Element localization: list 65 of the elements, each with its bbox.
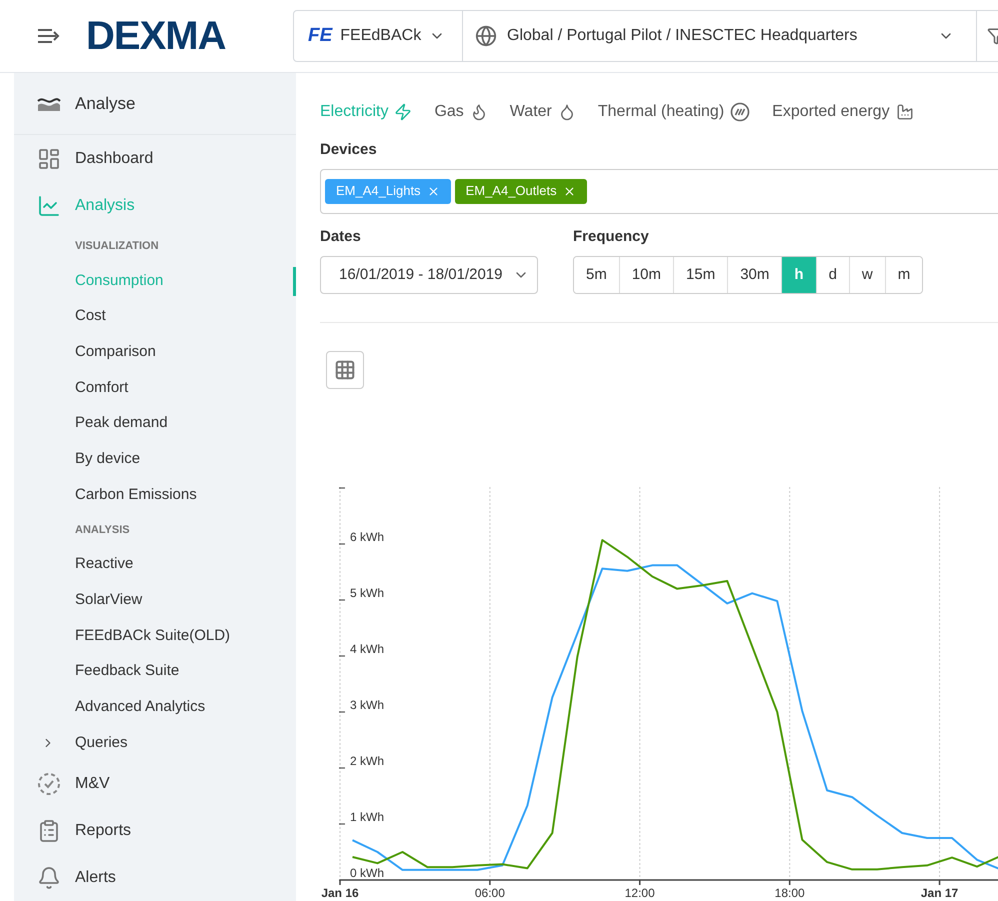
y-tick-label: 6 kWh <box>350 530 384 544</box>
y-tick-label: 1 kWh <box>350 810 384 824</box>
menu-icon[interactable] <box>37 28 61 44</box>
energy-tab[interactable]: Exported energy <box>772 100 914 124</box>
devices-field[interactable]: EM_A4_Lights EM_A4_Outlets <box>320 168 998 214</box>
menu-item[interactable]: Comfort <box>75 376 128 400</box>
menu-item[interactable]: Peak demand <box>75 412 168 435</box>
remove-icon[interactable] <box>426 184 440 198</box>
org-name: FEEdBACk <box>340 26 422 46</box>
clipboard-icon <box>37 819 61 844</box>
x-tick-label: Jan 17 <box>920 886 958 900</box>
bell-icon <box>37 866 61 890</box>
dashboard-icon <box>37 146 61 170</box>
energy-tab[interactable]: Gas <box>434 100 488 124</box>
y-tick-label: 4 kWh <box>350 642 384 656</box>
x-tick-label: 06:00 <box>474 886 505 900</box>
y-tick-label: 2 kWh <box>350 754 384 768</box>
nav-item[interactable]: M&V <box>75 772 110 796</box>
nav-item[interactable]: Reports <box>75 819 132 844</box>
remove-icon[interactable] <box>562 184 576 198</box>
x-tick-label: 12:00 <box>624 886 655 900</box>
logo: DEXMA <box>86 14 226 58</box>
section-label: ANALYSIS <box>75 522 130 538</box>
menu-item[interactable]: Carbon Emissions <box>75 484 197 506</box>
y-tick-label: 0 kWh <box>350 866 384 880</box>
landscape-icon <box>37 96 61 112</box>
thermal-icon <box>730 102 750 122</box>
menu-item[interactable]: Cost <box>75 305 106 328</box>
nav-item[interactable]: Dashboard <box>75 146 154 170</box>
menu-item[interactable]: Comparison <box>75 340 156 364</box>
menu-item[interactable]: FEEdBACk Suite(OLD) <box>75 624 230 648</box>
frequency-option[interactable]: m <box>884 257 922 293</box>
field-label: Dates <box>320 226 362 246</box>
location-dropdown[interactable]: Global / Portugal Pilot / INESCTEC Headquarters <box>463 11 977 61</box>
lightning-icon <box>394 103 412 121</box>
y-tick-label: 3 kWh <box>350 698 384 712</box>
globe-icon <box>475 25 497 47</box>
check-circle-icon <box>37 772 61 796</box>
device-tag: EM_A4_Outlets <box>454 178 587 204</box>
org-dropdown[interactable]: FE FEEdBACk <box>294 11 463 61</box>
table-view-button[interactable] <box>326 351 364 389</box>
location-path: Global / Portugal Pilot / INESCTEC Headquarters <box>507 26 858 46</box>
line-chart-icon <box>37 194 61 218</box>
y-tick-label: 5 kWh <box>350 586 384 600</box>
device-tag: EM_A4_Lights <box>325 178 451 204</box>
menu-item[interactable]: Feedback Suite <box>75 660 180 683</box>
date-range-dropdown[interactable]: 16/01/2019 - 18/01/2019 <box>320 256 538 294</box>
nav-item[interactable]: Alerts <box>75 866 116 890</box>
grid-icon <box>334 359 356 381</box>
x-tick-label: 18:00 <box>774 886 805 900</box>
section-title: Analyse <box>75 92 136 115</box>
field-label: Devices <box>320 140 378 160</box>
field-label: Frequency <box>573 226 650 246</box>
menu-item[interactable]: Reactive <box>75 553 134 576</box>
menu-item[interactable]: By device <box>75 448 140 471</box>
factory-icon <box>896 103 914 121</box>
section-label: VISUALIZATION <box>75 238 159 254</box>
energy-tab[interactable]: Thermal (heating) <box>598 100 750 124</box>
menu-item[interactable]: Advanced Analytics <box>75 696 206 719</box>
active-indicator <box>293 267 296 296</box>
energy-tab[interactable]: Water <box>510 100 576 124</box>
x-tick-label: Jan 16 <box>321 886 359 900</box>
menu-item[interactable]: SolarView <box>75 589 142 612</box>
org-logo: FE <box>308 24 332 48</box>
menu-item[interactable]: Queries <box>75 732 128 754</box>
